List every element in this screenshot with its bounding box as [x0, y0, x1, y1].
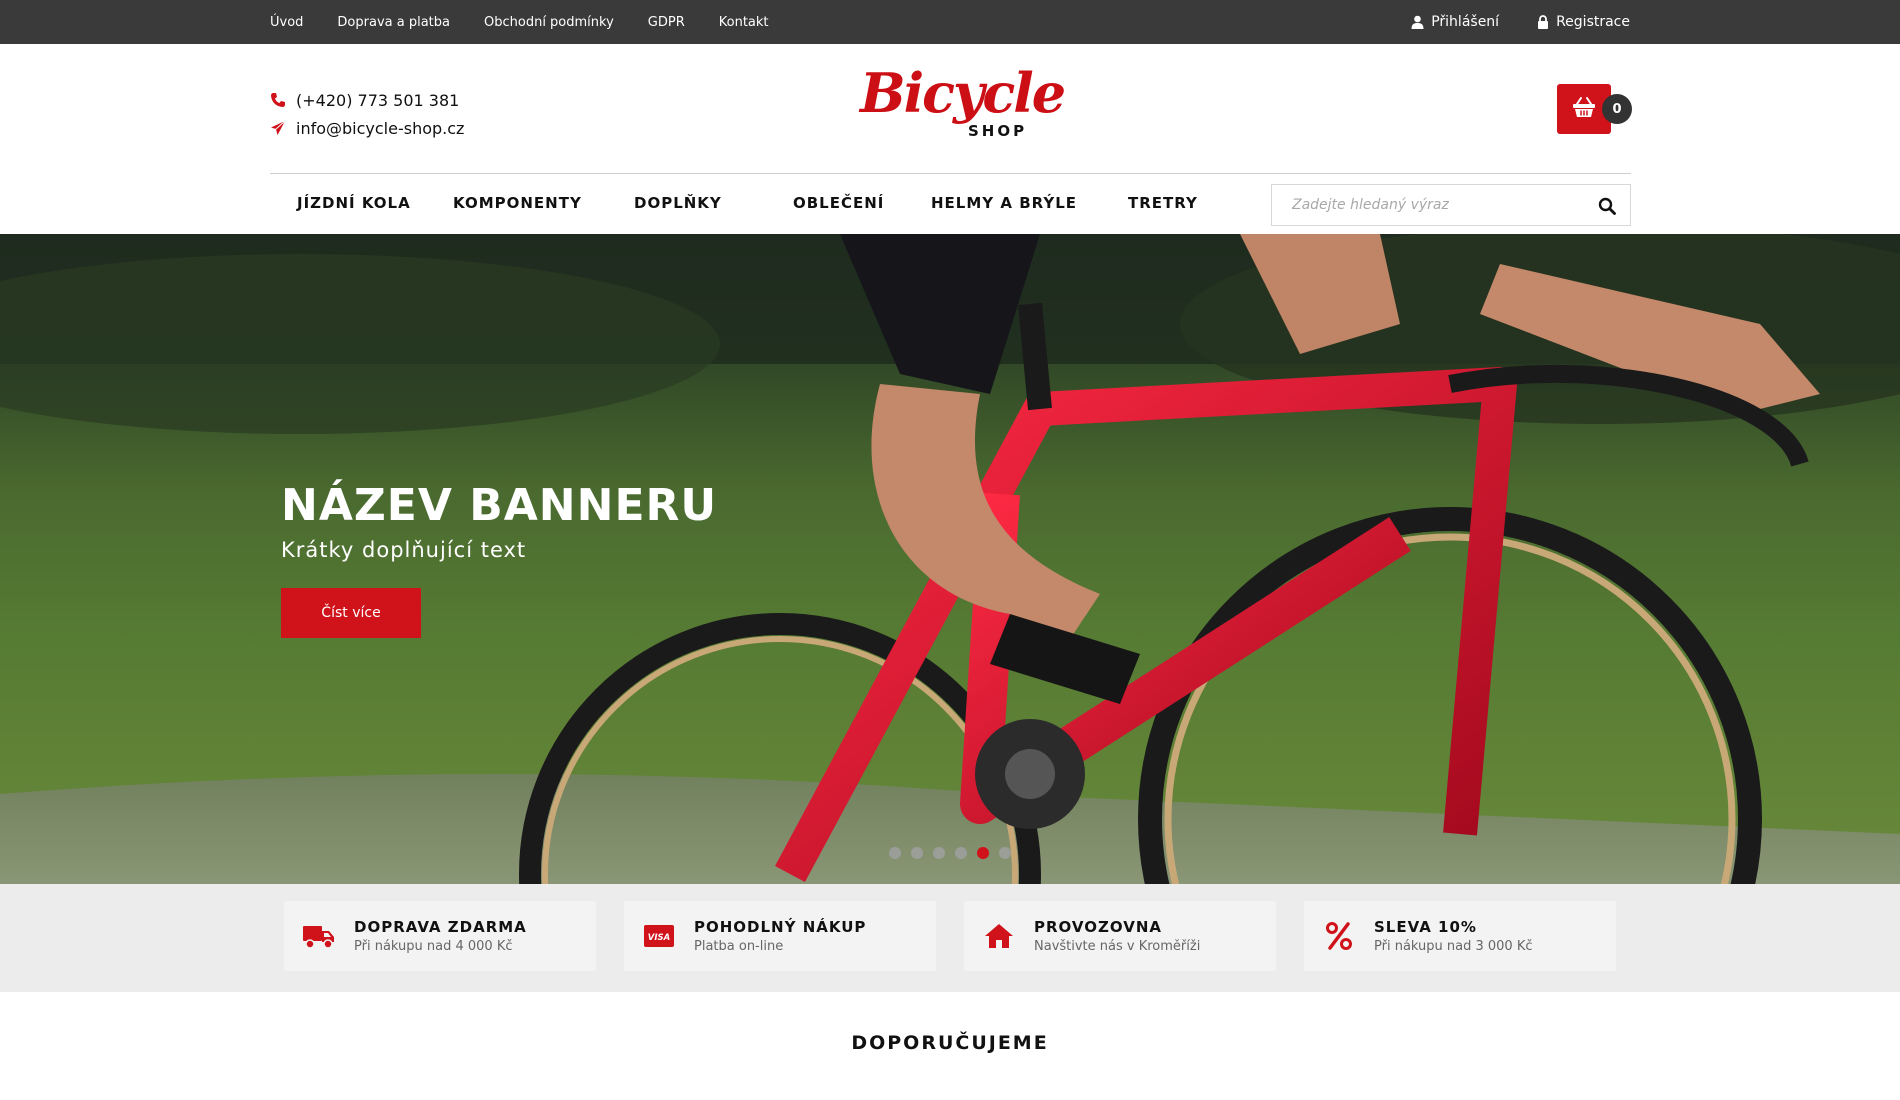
slider-dot[interactable] — [911, 847, 923, 859]
top-navigation: Úvod Doprava a platba Obchodní podmínky … — [270, 0, 803, 44]
feature-subtitle: Platba on-line — [694, 939, 784, 954]
slider-dot[interactable] — [955, 847, 967, 859]
features-strip: DOPRAVA ZDARMA Při nákupu nad 4 000 Kč V… — [0, 884, 1900, 992]
feature-title: DOPRAVA ZDARMA — [354, 918, 527, 936]
feature-subtitle: Při nákupu nad 3 000 Kč — [1374, 939, 1533, 954]
email-address[interactable]: info@bicycle-shop.cz — [296, 119, 464, 138]
visa-icon: VISA — [624, 925, 694, 947]
nav-item-doplnky[interactable]: DOPLŇKY — [634, 194, 722, 212]
nav-item-komponenty[interactable]: KOMPONENTY — [453, 194, 582, 212]
register-link[interactable]: Registrace — [1537, 14, 1630, 30]
search-box — [1271, 184, 1631, 226]
site-logo[interactable]: Bicycle SHOP — [860, 61, 1066, 146]
hero-subtitle: Krátky doplňující text — [281, 538, 527, 562]
truck-icon — [284, 923, 354, 949]
nav-item-tretry[interactable]: TRETRY — [1128, 194, 1198, 212]
top-link-gdpr[interactable]: GDPR — [648, 15, 685, 30]
feature-title: PROVOZOVNA — [1034, 918, 1162, 936]
feature-easy-purchase: VISA POHODLNÝ NÁKUP Platba on-line — [624, 901, 936, 971]
login-link[interactable]: Přihlášení — [1411, 14, 1499, 30]
feature-subtitle: Navštivte nás v Kroměříži — [1034, 939, 1201, 954]
slider-dot[interactable] — [889, 847, 901, 859]
top-link-obchodni-podminky[interactable]: Obchodní podmínky — [484, 15, 614, 30]
cart-count-badge: 0 — [1602, 94, 1632, 124]
slider-dots — [889, 847, 1021, 859]
search-icon[interactable] — [1598, 197, 1616, 215]
logo-script-text: Bicycle — [860, 61, 1066, 125]
login-label: Přihlášení — [1431, 14, 1500, 30]
feature-free-shipping: DOPRAVA ZDARMA Při nákupu nad 4 000 Kč — [284, 901, 596, 971]
phone-icon — [270, 92, 296, 108]
lock-icon — [1537, 15, 1549, 29]
account-links: Přihlášení Registrace — [1373, 0, 1630, 44]
recommended-heading: DOPORUČUJEME — [851, 1032, 1049, 1054]
nav-item-jizdni-kola[interactable]: JÍZDNÍ KOLA — [297, 194, 411, 212]
feature-title: SLEVA 10% — [1374, 918, 1477, 936]
top-bar: Úvod Doprava a platba Obchodní podmínky … — [0, 0, 1900, 44]
slider-dot-active[interactable] — [977, 847, 989, 859]
feature-discount: SLEVA 10% Při nákupu nad 3 000 Kč — [1304, 901, 1616, 971]
paper-plane-icon — [270, 120, 296, 136]
search-input[interactable] — [1272, 185, 1572, 225]
hero-title: NÁZEV BANNERU — [281, 480, 718, 531]
slider-dot[interactable] — [933, 847, 945, 859]
read-more-button[interactable]: Číst více — [281, 588, 421, 638]
feature-store: PROVOZOVNA Navštivte nás v Kroměříži — [964, 901, 1276, 971]
phone-number[interactable]: (+420) 773 501 381 — [296, 91, 459, 110]
svg-text:VISA: VISA — [648, 933, 670, 943]
contact-info: (+420) 773 501 381 info@bicycle-shop.cz — [270, 86, 464, 142]
home-icon — [964, 923, 1034, 949]
nav-item-obleceni[interactable]: OBLEČENÍ — [793, 194, 884, 212]
logo-shop-text: SHOP — [968, 122, 1028, 140]
email-row: info@bicycle-shop.cz — [270, 114, 464, 142]
register-label: Registrace — [1556, 14, 1630, 30]
phone-row: (+420) 773 501 381 — [270, 86, 464, 114]
hero-banner[interactable]: NÁZEV BANNERU Krátky doplňující text Čís… — [0, 234, 1900, 884]
slider-dot[interactable] — [999, 847, 1011, 859]
top-link-kontakt[interactable]: Kontakt — [719, 15, 769, 30]
top-link-uvod[interactable]: Úvod — [270, 15, 303, 30]
top-link-doprava-a-platba[interactable]: Doprava a platba — [337, 15, 450, 30]
nav-item-helmy-a-bryle[interactable]: HELMY A BRÝLE — [931, 194, 1077, 212]
basket-icon — [1572, 96, 1596, 122]
user-icon — [1411, 15, 1424, 29]
feature-subtitle: Při nákupu nad 4 000 Kč — [354, 939, 513, 954]
feature-title: POHODLNÝ NÁKUP — [694, 918, 867, 936]
header-divider — [270, 173, 1631, 174]
percent-icon — [1304, 922, 1374, 950]
